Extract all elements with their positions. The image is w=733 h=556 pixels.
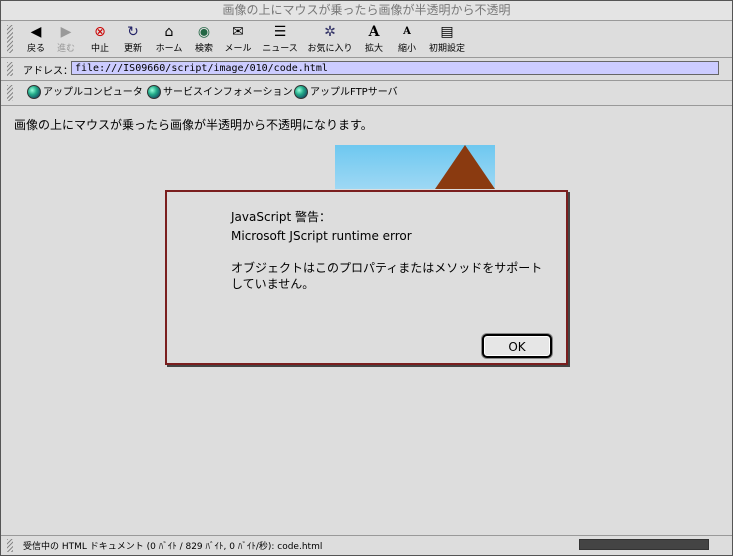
favorites-bar: アップルコンピュータ サービスインフォメーション アップルFTPサーバ [1,81,732,106]
dialog-title: JavaScript 警告： [231,210,331,224]
home-icon: ⌂ [164,24,174,40]
dialog-error: Microsoft JScript runtime error [231,229,412,243]
window-title: 画像の上にマウスが乗ったら画像が半透明から不透明 [1,1,732,21]
browser-window: 画像の上にマウスが乗ったら画像が半透明から不透明 ◀ 戻る ▶ 進む ⊗ 中止 ↻ 更新… [0,0,733,556]
progress-bar [579,539,709,550]
favorite-service-information[interactable]: サービスインフォメーション [147,85,293,101]
text-larger-button[interactable]: A 拡大 [363,24,385,56]
news-icon: ☰ [273,24,287,40]
favorites-icon: ✲ [324,24,336,40]
status-bar: 受信中の HTML ドキュメント (0 ﾊﾞｲﾄ / 829 ﾊﾞｲﾄ, 0 ﾊ… [1,535,732,555]
address-label: アドレス： [23,66,73,77]
globe-icon [294,85,308,99]
ok-button[interactable]: OK [482,334,552,358]
stop-icon: ⊗ [94,24,106,40]
forward-arrow-icon: ▶ [60,24,72,40]
mountain-shape [435,145,495,189]
mail-button[interactable]: ✉ メール [223,24,253,56]
javascript-alert-dialog: JavaScript 警告： Microsoft JScript runtime… [165,190,568,365]
favorite-apple-computer[interactable]: アップルコンピュータ [27,85,143,101]
back-arrow-icon: ◀ [30,24,42,40]
toolbar: ◀ 戻る ▶ 進む ⊗ 中止 ↻ 更新 ⌂ ホーム ◉ 検索 ✉ メール ☰ ニュース ✲ お気に… [1,21,732,58]
refresh-button[interactable]: ↻ 更新 [121,24,145,56]
font-smaller-icon: A [403,26,411,37]
address-grip-icon[interactable] [7,62,13,76]
home-button[interactable]: ⌂ ホーム [153,24,185,56]
favorites-grip-icon[interactable] [7,85,13,101]
status-text: 受信中の HTML ドキュメント (0 ﾊﾞｲﾄ / 829 ﾊﾞｲﾄ, 0 ﾊ… [23,542,323,552]
address-bar: アドレス： file:///IS09660/script/image/010/c… [1,58,732,81]
font-larger-icon: A [368,24,380,40]
mail-icon: ✉ [232,24,244,40]
preferences-button[interactable]: ▤ 初期設定 [427,24,467,56]
favorites-button[interactable]: ✲ お気に入り [307,24,353,56]
toolbar-grip-icon[interactable] [7,25,13,53]
back-button[interactable]: ◀ 戻る [25,24,47,56]
text-smaller-button[interactable]: A 縮小 [396,24,418,56]
favorite-apple-ftp[interactable]: アップルFTPサーバ [294,85,398,101]
globe-icon [27,85,41,99]
preferences-icon: ▤ [440,24,454,40]
status-grip-icon [7,539,13,552]
news-button[interactable]: ☰ ニュース [261,24,299,56]
forward-button[interactable]: ▶ 進む [55,24,77,56]
stop-button[interactable]: ⊗ 中止 [89,24,111,56]
dialog-message: オブジェクトはこのプロパティまたはメソッドをサポートしていません。 [231,261,543,291]
search-button[interactable]: ◉ 検索 [192,24,216,56]
globe-icon [147,85,161,99]
address-input[interactable]: file:///IS09660/script/image/010/code.ht… [71,61,719,75]
mountain-image[interactable] [335,145,495,189]
search-globe-icon: ◉ [197,24,211,40]
progress-fill [580,540,708,549]
refresh-icon: ↻ [127,24,139,40]
page-message: 画像の上にマウスが乗ったら画像が半透明から不透明になります。 [14,118,373,132]
